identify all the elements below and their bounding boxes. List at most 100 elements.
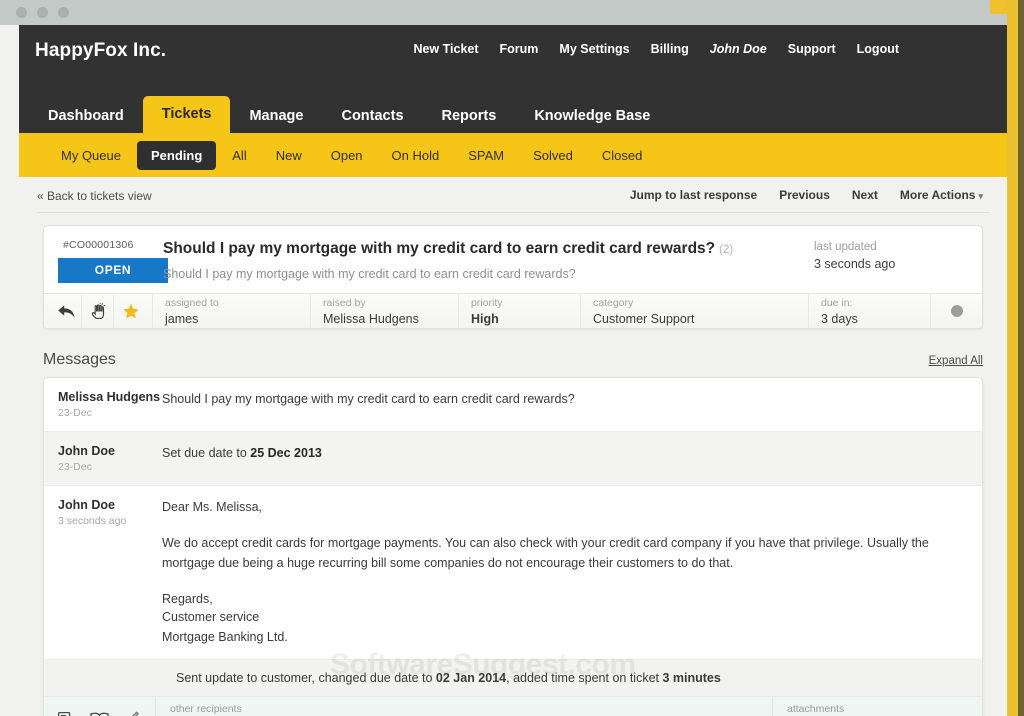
ticket-meta-strip: assigned to james raised by Melissa Hudg… [44, 293, 982, 328]
filter-solved[interactable]: Solved [520, 143, 586, 168]
filter-all[interactable]: All [219, 143, 259, 168]
message-paragraph: We do accept credit cards for mortgage p… [162, 536, 929, 570]
ticket-nav-actions: Jump to last response Previous Next More… [630, 188, 983, 202]
back-to-tickets-link[interactable]: « Back to tickets view [37, 189, 152, 203]
meta-priority[interactable]: priority High [458, 294, 580, 328]
filter-my-queue[interactable]: My Queue [48, 143, 134, 168]
status-part1: Sent update to customer, changed due dat… [176, 671, 436, 685]
forward-icon[interactable] [58, 711, 76, 716]
top-nav-forum[interactable]: Forum [500, 42, 539, 56]
ticket-quick-actions [44, 294, 152, 328]
top-nav-billing[interactable]: Billing [651, 42, 689, 56]
message-body: Dear Ms. Melissa, We do accept credit ca… [162, 486, 982, 659]
main-nav: Dashboard Tickets Manage Contacts Reports Kno… [29, 95, 669, 133]
meta-due-in[interactable]: due in: 3 days [808, 294, 930, 328]
ticket-title-text: Should I pay my mortgage with my credit … [163, 240, 716, 257]
message-signoff: Regards, [162, 592, 213, 607]
more-actions-label: More Actions [899, 188, 976, 202]
top-nav-new-ticket[interactable]: New Ticket [413, 42, 478, 56]
ticket-summary-top: #CO00001306 OPEN Should I pay my mortgag… [44, 226, 982, 293]
chevron-down-icon: ▾ [978, 191, 983, 201]
message-author: Melissa Hudgens [58, 390, 161, 404]
previous-ticket-link[interactable]: Previous [779, 188, 830, 202]
more-actions-menu[interactable]: More Actions ▾ [900, 188, 983, 202]
other-recipients-cell[interactable]: other recipients None [156, 697, 242, 716]
message-author: John Doe [58, 444, 115, 458]
messages-header: Messages Expand All [43, 351, 983, 369]
main-nav-contacts[interactable]: Contacts [322, 100, 422, 134]
edit-pencil-icon[interactable] [123, 711, 139, 716]
message-footer: other recipients None attachments None [44, 697, 982, 716]
meta-due-in-label: due in: [821, 297, 853, 309]
message-footer-actions [44, 697, 156, 716]
expand-all-link[interactable]: Expand All [929, 355, 983, 367]
filter-open[interactable]: Open [318, 143, 376, 168]
main-nav-reports[interactable]: Reports [423, 100, 516, 134]
status-part2: , added time spent on ticket [506, 671, 663, 685]
jump-to-last-response-link[interactable]: Jump to last response [630, 188, 757, 202]
main-nav-tickets[interactable]: Tickets [142, 95, 231, 133]
meta-category[interactable]: category Customer Support [580, 294, 808, 328]
due-date-prefix: Set due date to [162, 446, 251, 460]
message-row[interactable]: Melissa Hudgens 23-Dec Should I pay my m… [44, 378, 982, 432]
ticket-action-bar: « Back to tickets view Jump to last resp… [37, 177, 989, 213]
content-area: « Back to tickets view Jump to last resp… [19, 177, 1007, 716]
meta-due-in-value: 3 days [821, 311, 858, 326]
meta-category-label: category [593, 297, 634, 309]
top-nav-logout[interactable]: Logout [857, 42, 899, 56]
message-time: 3 seconds ago [58, 515, 127, 527]
meta-priority-value: High [471, 311, 499, 326]
top-nav-support[interactable]: Support [788, 42, 836, 56]
click-hand-icon[interactable] [84, 294, 114, 328]
main-nav-dashboard[interactable]: Dashboard [29, 100, 143, 134]
main-nav-knowledge-base[interactable]: Knowledge Base [515, 100, 669, 134]
next-ticket-link[interactable]: Next [852, 188, 878, 202]
window-zoom-dot[interactable] [58, 7, 69, 18]
page-title: Should I pay my mortgage with my credit … [163, 239, 804, 258]
message-body: Set due date to 25 Dec 2013 [162, 432, 982, 485]
meta-assigned-to[interactable]: assigned to james [152, 294, 310, 328]
meta-raised-by[interactable]: raised by Melissa Hudgens [310, 294, 458, 328]
star-icon[interactable] [116, 295, 146, 328]
message-signature-role: Customer service [162, 610, 260, 625]
attachments-cell[interactable]: attachments None [772, 697, 982, 716]
filter-on-hold[interactable]: On Hold [379, 143, 453, 168]
message-author-block: Melissa Hudgens 23-Dec [44, 378, 162, 431]
meta-raised-by-value: Melissa Hudgens [323, 311, 419, 326]
message-row[interactable]: John Doe 23-Dec Set due date to 25 Dec 2… [44, 432, 982, 486]
filter-pending[interactable]: Pending [136, 140, 217, 170]
reply-icon[interactable] [52, 294, 82, 328]
message-row[interactable]: John Doe 3 seconds ago Dear Ms. Melissa,… [44, 486, 982, 660]
attachments-label: attachments [787, 703, 845, 715]
notes-book-icon[interactable] [90, 712, 109, 716]
meta-priority-label: priority [471, 297, 503, 309]
message-signature-company: Mortgage Banking Ltd. [162, 629, 288, 644]
main-nav-manage[interactable]: Manage [230, 100, 322, 134]
message-status-line: Sent update to customer, changed due dat… [44, 660, 982, 697]
page-corner-fold [990, 0, 1007, 14]
ticket-summary-card: #CO00001306 OPEN Should I pay my mortgag… [43, 225, 983, 329]
ticket-filter-nav: My Queue Pending All New Open On Hold SPAM Solv… [19, 133, 1007, 177]
page-frame: HappyFox Inc. New Ticket Forum My Settings… [0, 0, 1024, 716]
brand-logo[interactable]: HappyFox Inc. [35, 40, 166, 62]
filter-new[interactable]: New [263, 143, 315, 168]
window-minimize-dot[interactable] [37, 7, 48, 18]
message-line: Should I pay my mortgage with my credit … [162, 392, 575, 406]
window-close-dot[interactable] [16, 7, 27, 18]
meta-status-dot-cell[interactable] [930, 294, 982, 328]
top-nav-user-john-doe[interactable]: John Doe [710, 42, 767, 56]
message-time: 23-Dec [58, 407, 92, 419]
ticket-title-column: Should I pay my mortgage with my credit … [163, 239, 814, 283]
message-greeting: Dear Ms. Melissa, [162, 500, 263, 514]
status-badge[interactable]: OPEN [58, 258, 168, 283]
ticket-message-count: (2) [719, 244, 734, 256]
status-time-spent: 3 minutes [662, 671, 721, 685]
filter-spam[interactable]: SPAM [455, 143, 517, 168]
app-page: HappyFox Inc. New Ticket Forum My Settings… [0, 0, 1007, 716]
top-nav-my-settings[interactable]: My Settings [559, 42, 629, 56]
filter-closed[interactable]: Closed [589, 143, 655, 168]
app-header: HappyFox Inc. New Ticket Forum My Settings… [19, 25, 1007, 133]
meta-assigned-to-value: james [165, 311, 199, 326]
status-due-date: 02 Jan 2014 [435, 671, 507, 685]
ticket-subject: Should I pay my mortgage with my credit … [163, 267, 576, 282]
